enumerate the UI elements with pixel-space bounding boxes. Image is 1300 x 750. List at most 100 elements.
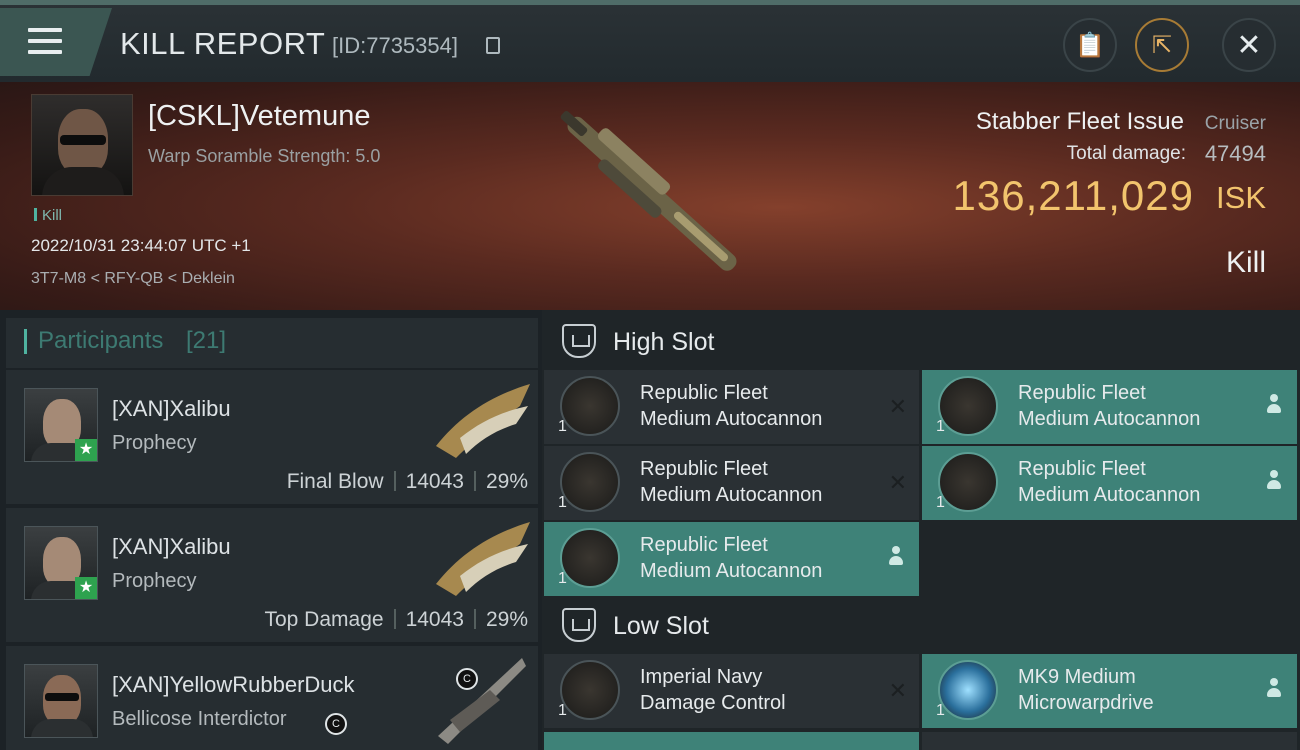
module-name-line2: Microwarpdrive — [1018, 692, 1154, 714]
close-button[interactable]: ✕ — [1222, 18, 1276, 72]
participant-damage: 14043 — [405, 608, 464, 631]
module-item[interactable]: 1 Republic Fleet Medium Autocannon ✕ — [544, 446, 919, 520]
module-quantity: 1 — [936, 494, 945, 511]
module-item[interactable]: 1 Republic Fleet Medium Autocannon — [922, 370, 1297, 444]
module-name-line1: Republic Fleet — [1018, 382, 1146, 404]
scramble-strength: Warp Soramble Strength: 5.0 — [148, 146, 381, 166]
clipboard-button[interactable]: 📋 — [1063, 18, 1117, 72]
report-id: [ID:7735354] — [332, 33, 458, 58]
participant-ship: Prophecy — [112, 432, 197, 454]
autocannon-icon — [560, 528, 620, 588]
module-item[interactable]: 1 MK9 Medium Microwarpdrive — [922, 654, 1297, 728]
isk-value: 136,211,029 — [952, 172, 1194, 219]
ship-image — [436, 384, 530, 458]
module-name-line2: Medium Autocannon — [1018, 484, 1201, 506]
divider — [473, 471, 476, 491]
participants-count: [21] — [186, 327, 227, 354]
dropped-person-icon — [1267, 678, 1281, 700]
module-quantity: 1 — [936, 418, 945, 435]
module-name-line1: Republic Fleet — [640, 534, 768, 556]
module-item[interactable]: 1 Imperial Navy Damage Control ✕ — [544, 654, 919, 728]
victim-avatar[interactable] — [31, 94, 133, 196]
shoulders-shape — [42, 167, 124, 195]
ship-image — [560, 110, 737, 271]
kill-tag: Kill — [34, 207, 62, 224]
module-quantity: 1 — [936, 702, 945, 719]
participant-name: [XAN]YellowRubberDuck — [112, 672, 355, 697]
autocannon-icon — [560, 452, 620, 512]
module-item[interactable]: 1 Republic Fleet Medium Autocannon — [544, 522, 919, 596]
close-icon: ✕ — [1236, 28, 1262, 62]
module-name-line1: MK9 Medium — [1018, 666, 1136, 688]
clipboard-icon: 📋 — [1075, 31, 1105, 59]
divider — [473, 609, 476, 629]
participant-stats: Top Damage 14043 29% — [264, 608, 528, 632]
ship-image — [438, 658, 526, 744]
avatar[interactable]: ★ — [24, 526, 98, 600]
isk-unit: ISK — [1216, 180, 1266, 215]
divider — [393, 609, 396, 629]
damage-control-icon — [560, 660, 620, 720]
destroyed-icon: ✕ — [888, 470, 907, 495]
module-quantity: 1 — [558, 494, 567, 511]
module-quantity: 1 — [558, 418, 567, 435]
total-damage-value: 47494 — [1204, 141, 1266, 166]
kill-location[interactable]: 3T7-M8 < RFY-QB < Deklein — [31, 270, 235, 288]
module-name-line2: Medium Autocannon — [640, 560, 823, 582]
low-slot-label: Low Slot — [613, 612, 709, 640]
module-name-line2: Medium Autocannon — [640, 484, 823, 506]
avatar[interactable]: ★ — [24, 388, 98, 462]
participants-label: Participants — [24, 327, 163, 355]
ship-name: Stabber Fleet Issue — [975, 108, 1184, 135]
autocannon-icon — [560, 376, 620, 436]
destroyed-icon: ✕ — [888, 678, 907, 703]
ship-image — [436, 522, 530, 596]
dropped-person-icon — [1267, 470, 1281, 492]
sunglasses-shape — [45, 693, 79, 701]
corp-badge-icon: C — [456, 668, 478, 690]
share-button[interactable]: ⇱ — [1135, 18, 1189, 72]
module-name-line2: Damage Control — [640, 692, 786, 714]
module-name-line1: Imperial Navy — [640, 666, 763, 688]
module-name-line2: Medium Autocannon — [1018, 408, 1201, 430]
participant-name: [XAN]Xalibu — [112, 396, 231, 421]
participant-role: Final Blow — [286, 470, 384, 493]
module-item[interactable] — [544, 732, 919, 750]
microwarpdrive-icon — [938, 660, 998, 720]
page-title: KILL REPORT — [120, 26, 326, 61]
module-name-line2: Medium Autocannon — [640, 408, 823, 430]
external-share-icon: ⇱ — [1151, 31, 1173, 59]
participant-percent: 29% — [485, 608, 528, 631]
participant-ship: Prophecy — [112, 570, 197, 592]
total-damage-label: Total damage: — [1066, 143, 1186, 164]
module-item[interactable] — [922, 732, 1297, 750]
module-item[interactable]: 1 Republic Fleet Medium Autocannon ✕ — [544, 370, 919, 444]
module-name-line1: Republic Fleet — [1018, 458, 1146, 480]
module-item[interactable]: 1 Republic Fleet Medium Autocannon — [922, 446, 1297, 520]
participant-name: [XAN]Xalibu — [112, 534, 231, 559]
low-slot-icon — [562, 608, 596, 642]
kill-datetime: 2022/10/31 23:44:07 UTC +1 — [31, 236, 251, 255]
destroyed-icon: ✕ — [888, 394, 907, 419]
sunglasses-shape — [60, 135, 106, 145]
dropped-person-icon — [1267, 394, 1281, 416]
ship-class: Cruiser — [1204, 113, 1266, 134]
dropped-person-icon — [889, 546, 903, 568]
module-name-line1: Republic Fleet — [640, 458, 768, 480]
hamburger-menu-icon — [28, 28, 62, 61]
avatar[interactable] — [24, 664, 98, 738]
high-slot-label: High Slot — [613, 328, 715, 356]
autocannon-icon — [938, 376, 998, 436]
autocannon-icon — [938, 452, 998, 512]
module-quantity: 1 — [558, 702, 567, 719]
copy-id-icon[interactable] — [486, 37, 500, 54]
corp-badge-icon: C — [325, 713, 347, 735]
star-icon: ★ — [75, 577, 97, 599]
participant-role: Top Damage — [264, 608, 384, 631]
star-icon: ★ — [75, 439, 97, 461]
module-name-line1: Republic Fleet — [640, 382, 768, 404]
divider — [393, 471, 396, 491]
high-slot-icon — [562, 324, 596, 358]
module-quantity: 1 — [558, 570, 567, 587]
participant-percent: 29% — [485, 470, 528, 493]
